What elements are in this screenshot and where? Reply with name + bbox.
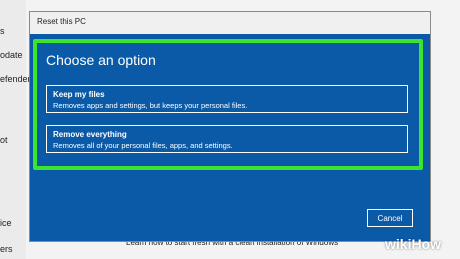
wikihow-watermark: wikiHow: [385, 236, 441, 252]
settings-left-nav: s odate efender ot ice ers: [0, 0, 31, 259]
remove-everything-option[interactable]: Remove everything Removes all of your pe…: [46, 125, 408, 153]
nav-item-partial[interactable]: ice: [0, 218, 12, 228]
keep-my-files-option[interactable]: Keep my files Removes apps and settings,…: [46, 85, 408, 113]
dialog-titlebar: Reset this PC: [30, 12, 430, 35]
option-description: Removes all of your personal files, apps…: [53, 141, 233, 150]
dialog-body: Choose an option Keep my files Removes a…: [30, 34, 430, 241]
page-title: Choose an option: [46, 52, 156, 68]
dialog-title: Reset this PC: [37, 17, 86, 26]
cancel-button[interactable]: Cancel: [367, 209, 413, 227]
option-title: Remove everything: [53, 130, 127, 139]
option-title: Keep my files: [53, 90, 105, 99]
reset-pc-dialog: Reset this PC Choose an option Keep my f…: [30, 12, 430, 241]
nav-item-partial[interactable]: ers: [0, 244, 13, 254]
nav-item-partial[interactable]: odate: [0, 50, 23, 60]
watermark-wiki: wiki: [385, 236, 412, 252]
option-description: Removes apps and settings, but keeps you…: [53, 101, 248, 110]
nav-item-partial[interactable]: s: [0, 26, 5, 36]
nav-item-partial[interactable]: ot: [0, 135, 8, 145]
watermark-how: How: [411, 236, 442, 252]
nav-item-partial[interactable]: efender: [0, 74, 31, 84]
